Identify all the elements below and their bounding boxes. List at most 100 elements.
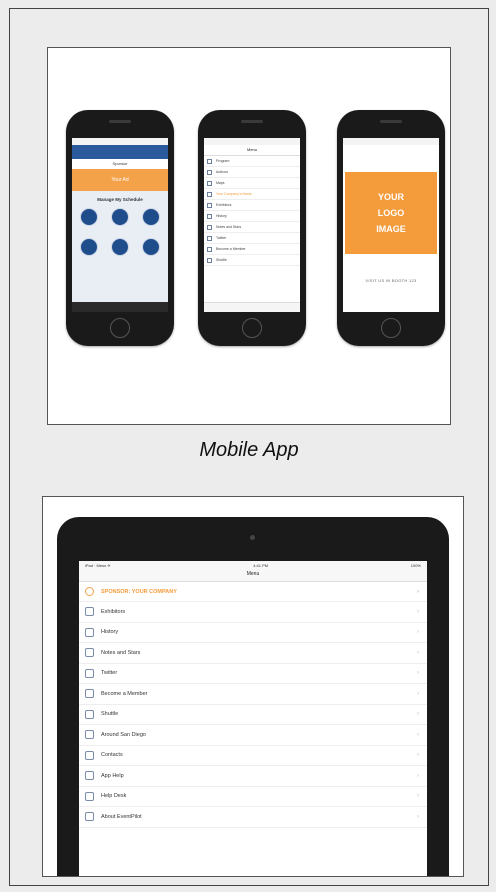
menu-item[interactable]: Your Company's Name [204, 189, 300, 200]
bottom-tab-bar [72, 302, 168, 312]
home-button [110, 318, 130, 338]
chevron-right-icon: › [417, 793, 419, 800]
menu-item[interactable]: History › [79, 623, 427, 643]
grid-button-5[interactable] [111, 238, 129, 256]
menu-item-label: History [216, 214, 227, 218]
status-battery: 100% [410, 562, 421, 568]
menu-item-icon [85, 750, 94, 760]
menu-item-label: History [101, 629, 119, 636]
menu-item[interactable]: App Help › [79, 766, 427, 787]
menu-item-label: Notes and Stars [101, 649, 141, 656]
menu-item[interactable]: Exhibitors [204, 200, 300, 211]
phone-screen: YOUR LOGO IMAGE VISIT US IN BOOTH 123 [343, 138, 439, 312]
mobile-app-frame: Sponsor Your Ad Manage My Schedule Menu … [47, 47, 451, 425]
sponsor-banner[interactable]: Sponsor [72, 159, 168, 169]
menu-item-icon [207, 246, 212, 252]
menu-item-icon [85, 730, 94, 740]
menu-item[interactable]: Shuttle › [79, 705, 427, 725]
menu-item-icon [207, 191, 212, 197]
menu-list: Program Authors Maps Your Company's Name Exh… [204, 156, 300, 266]
menu-item[interactable]: Contacts › [79, 746, 427, 766]
front-camera [250, 535, 255, 540]
menu-item[interactable]: History [204, 211, 300, 222]
chevron-right-icon: › [417, 629, 419, 636]
menu-item-icon [85, 607, 94, 617]
menu-item[interactable]: Twitter › [79, 664, 427, 684]
menu-item-icon [207, 235, 212, 241]
menu-item[interactable]: Become a Member › [79, 684, 427, 705]
menu-title: Menu [79, 569, 427, 582]
grid-button-1[interactable] [80, 208, 98, 226]
chevron-right-icon: › [417, 690, 419, 697]
phone-menu: Menu Program Authors Maps Your Company's Na… [198, 110, 306, 346]
grid-button-4[interactable] [80, 238, 98, 256]
ipad-device: iPad · Mess ✈ 4:41 PM 100% Menu SPONSOR:… [57, 517, 449, 876]
grid-button-6[interactable] [142, 238, 160, 256]
menu-item-icon [207, 158, 212, 164]
menu-item-label: Notes and Stars [216, 225, 242, 229]
status-time: 4:41 PM [253, 562, 269, 568]
home-button [381, 318, 401, 338]
tablet-frame: iPad · Mess ✈ 4:41 PM 100% Menu SPONSOR:… [42, 496, 464, 877]
chevron-right-icon: › [417, 649, 419, 656]
menu-item-sponsor[interactable]: SPONSOR: YOUR COMPANY › [79, 582, 427, 602]
menu-item-icon [207, 202, 212, 208]
icon-grid [72, 202, 168, 272]
menu-item-icon [207, 257, 212, 263]
menu-item-label: Twitter [101, 670, 118, 677]
speaker [241, 120, 263, 123]
logo-placeholder: YOUR LOGO IMAGE [345, 172, 437, 254]
bottom-tab-bar [204, 302, 300, 312]
menu-item[interactable]: Program [204, 156, 300, 167]
menu-item-icon [207, 224, 212, 230]
menu-item-label: Contacts [101, 752, 123, 759]
menu-item[interactable]: Help Desk › [79, 787, 427, 807]
menu-item-icon [207, 169, 212, 175]
menu-item-icon [85, 791, 94, 801]
ad-banner[interactable]: Your Ad [72, 169, 168, 191]
chevron-right-icon: › [417, 772, 419, 779]
menu-item-icon [85, 648, 94, 658]
menu-item[interactable]: Around San Diego › [79, 725, 427, 746]
chevron-right-icon: › [417, 711, 419, 718]
menu-item[interactable]: About EventPilot › [79, 807, 427, 828]
menu-item[interactable]: Notes and Stars › [79, 643, 427, 664]
menu-item-label: Become a Member [216, 247, 246, 251]
grid-button-2[interactable] [111, 208, 129, 226]
menu-item-label: Program [216, 159, 230, 163]
menu-item[interactable]: Authors [204, 167, 300, 178]
menu-item-label: Exhibitors [216, 203, 232, 207]
home-button [242, 318, 262, 338]
page-container: Sponsor Your Ad Manage My Schedule Menu … [9, 8, 489, 886]
menu-item-label: Maps [216, 181, 225, 185]
status-carrier: iPad · Mess ✈ [85, 562, 111, 568]
menu-item[interactable]: Shuttle [204, 255, 300, 266]
logo-text: YOUR LOGO IMAGE [376, 192, 406, 234]
menu-list: Exhibitors › History › Notes and Stars › Twitt… [79, 602, 427, 828]
menu-item-label: Shuttle [216, 258, 227, 262]
menu-item[interactable]: Twitter [204, 233, 300, 244]
menu-item-icon [207, 180, 212, 186]
menu-item[interactable]: Notes and Stars [204, 222, 300, 233]
status-bar: iPad · Mess ✈ 4:41 PM 100% [79, 561, 427, 569]
phone-schedule: Sponsor Your Ad Manage My Schedule [66, 110, 174, 346]
app-banner [72, 145, 168, 159]
menu-item-icon [85, 812, 94, 822]
chevron-right-icon: › [417, 752, 419, 759]
menu-item-label: App Help [101, 772, 124, 779]
phone-screen: Menu Program Authors Maps Your Company's Na… [204, 138, 300, 312]
menu-item[interactable]: Exhibitors › [79, 602, 427, 623]
menu-item[interactable]: Maps [204, 178, 300, 189]
menu-item-icon [85, 627, 94, 637]
menu-item[interactable]: Become a Member [204, 244, 300, 255]
menu-item-icon [85, 709, 94, 719]
menu-item-label: Shuttle [101, 711, 119, 718]
chevron-right-icon: › [417, 670, 419, 677]
menu-item-label: Authors [216, 170, 229, 174]
menu-item-label: Become a Member [101, 690, 148, 697]
grid-button-3[interactable] [142, 208, 160, 226]
menu-item-label: Exhibitors [101, 608, 126, 615]
menu-item-icon [85, 689, 94, 699]
chevron-right-icon: › [417, 731, 419, 738]
star-icon [85, 587, 94, 596]
